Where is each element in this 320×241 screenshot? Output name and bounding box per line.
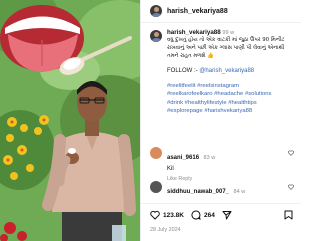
caption-username[interactable]: harish_vekariya88 — [167, 29, 221, 36]
likes-count[interactable]: 123.8K — [163, 212, 184, 219]
caption-text: વધુ દુખતું હોય તો એક વાટકી માં જુઠા ઉપર … — [167, 37, 285, 59]
commenter-username[interactable]: siddhuu_nawab_007_ — [167, 189, 229, 195]
comment-item: asani_9616 83 w Kil Like Reply — [150, 146, 300, 182]
post-date: 28 July 2024 — [150, 227, 181, 233]
share-icon[interactable] — [222, 210, 232, 220]
comments-count[interactable]: 264 — [204, 212, 215, 219]
post-details-panel: harish_vekariya88 harish_vekariya88 99 w… — [140, 0, 301, 241]
comment-icon[interactable] — [191, 210, 201, 220]
author-avatar[interactable] — [150, 5, 162, 17]
commenter-username[interactable]: asani_9616 — [167, 155, 199, 161]
hashtag-line[interactable]: #explorepage #harishvekariya88 — [167, 107, 297, 115]
post-header: harish_vekariya88 — [141, 0, 301, 23]
commenter-avatar[interactable] — [150, 147, 162, 159]
caption-time: 99 w — [222, 30, 235, 36]
caption-follow: FOLLOW :- @harish_vekariya88 — [167, 67, 297, 75]
follow-prefix: FOLLOW :- — [167, 68, 198, 75]
comment-text: Kil — [167, 166, 174, 172]
comment-item: siddhuu_nawab_007_ 84 w — [150, 180, 300, 198]
heart-icon[interactable] — [150, 210, 160, 220]
comment-like-heart-icon[interactable] — [288, 150, 294, 156]
post-actions-bar: 123.8K 264 28 July 2024 — [141, 203, 301, 241]
comment-time: 83 w — [203, 155, 216, 161]
post-media[interactable] — [0, 0, 140, 241]
follow-handle-link[interactable]: @harish_vekariya88 — [199, 68, 254, 74]
bookmark-icon[interactable] — [284, 210, 293, 220]
caption-avatar[interactable] — [150, 30, 162, 42]
caption-hashtags: #reelitfeelit #reelsinstagram #reelkarof… — [167, 82, 297, 114]
reel-video-frame — [0, 0, 140, 241]
post-caption: harish_vekariya88 99 w વધુ દુખતું હોય તો… — [150, 29, 298, 115]
comment-time: 84 w — [233, 189, 246, 195]
comment-like-heart-icon[interactable] — [288, 184, 294, 190]
hashtag-line[interactable]: #drink #healthylifestyle #healthtips — [167, 99, 297, 107]
hashtag-line[interactable]: #reelkarofeelkaro #headache #solutions — [167, 90, 297, 98]
author-username[interactable]: harish_vekariya88 — [167, 8, 228, 15]
hashtag-line[interactable]: #reelitfeelit #reelsinstagram — [167, 82, 297, 90]
commenter-avatar[interactable] — [150, 181, 162, 193]
